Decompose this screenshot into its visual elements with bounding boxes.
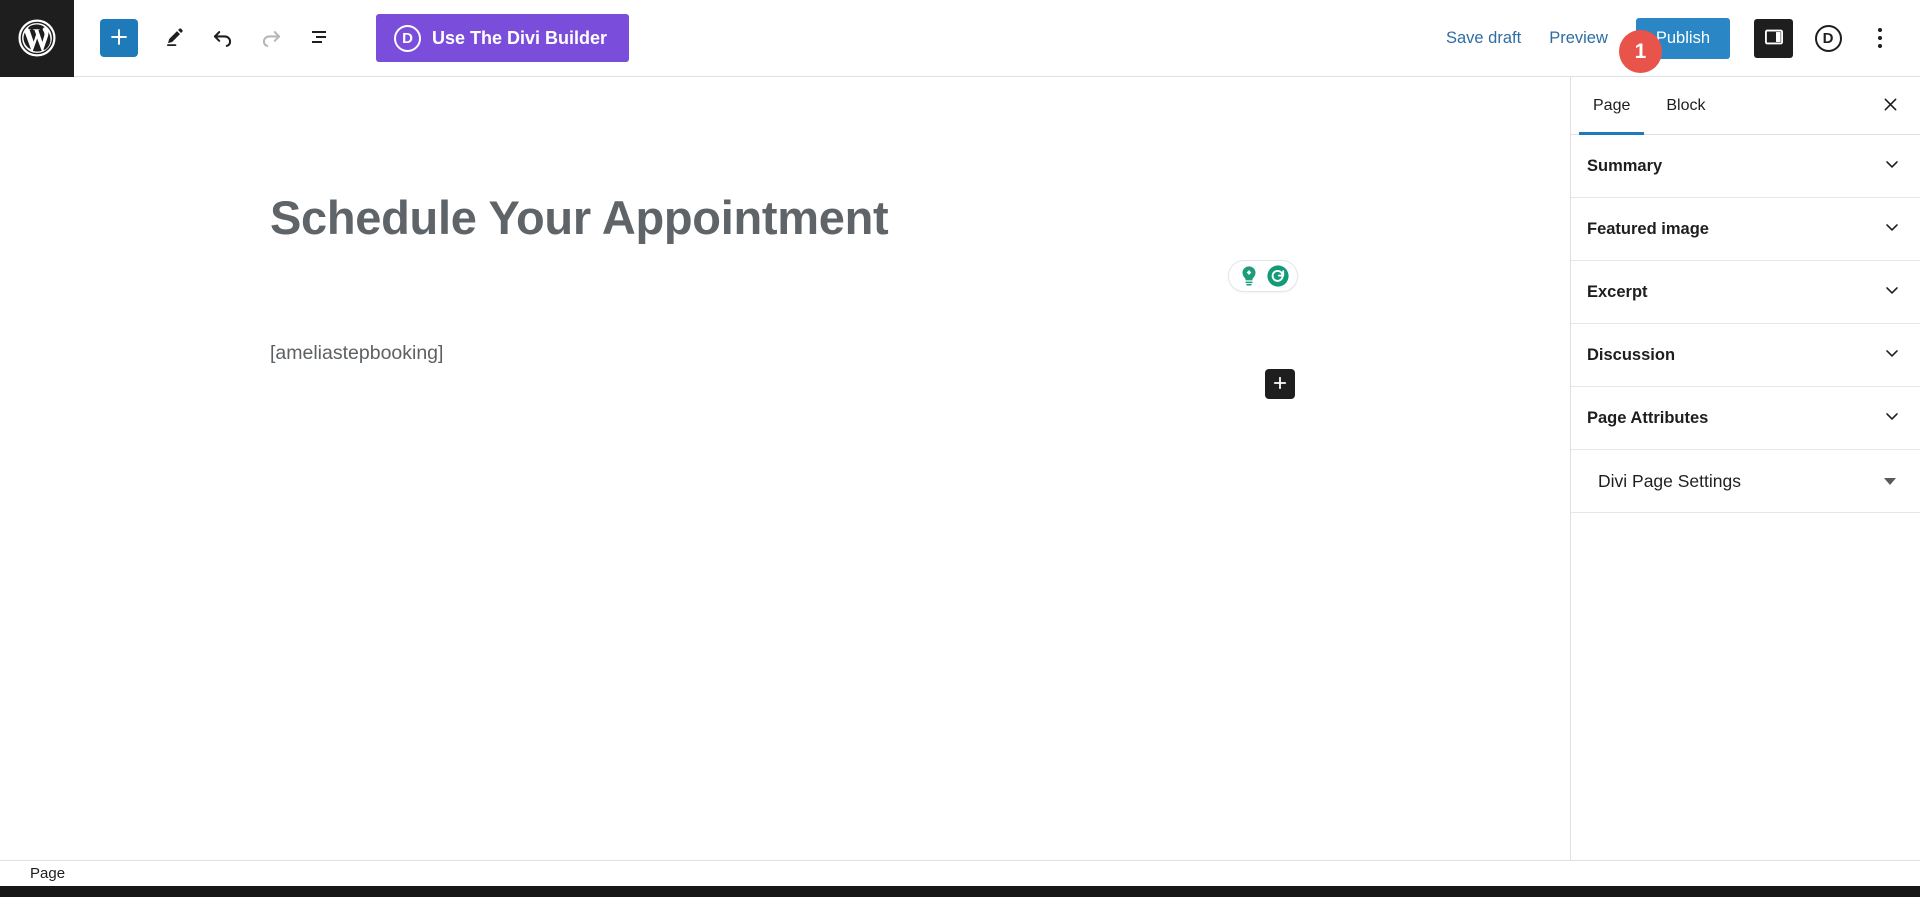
chevron-down-icon: [1882, 343, 1902, 368]
chevron-down-icon: [1882, 406, 1902, 431]
undo-button[interactable]: [200, 15, 246, 61]
chevron-down-icon: [1882, 154, 1902, 179]
undo-arrow-icon: [210, 24, 236, 53]
toolbar-right-actions: Save draft Preview 1 Publish D: [1432, 16, 1920, 73]
breadcrumb: Page: [30, 865, 66, 882]
save-draft-button[interactable]: Save draft: [1432, 19, 1535, 58]
add-block-inserter-button[interactable]: [1265, 369, 1295, 399]
sidebar-section-label: Excerpt: [1587, 282, 1648, 301]
toolbar-left-tools: [74, 15, 342, 61]
tab-block[interactable]: Block: [1652, 77, 1719, 134]
status-bar: Page: [0, 860, 1920, 886]
list-view-button[interactable]: [296, 15, 342, 61]
plus-icon: [108, 26, 130, 51]
editor-window: D Use The Divi Builder Save draft Previe…: [0, 0, 1920, 897]
triangle-down-icon: [1884, 477, 1896, 485]
sidebar-section-discussion[interactable]: Discussion: [1571, 324, 1920, 387]
use-divi-builder-button[interactable]: D Use The Divi Builder: [376, 14, 630, 62]
wordpress-logo-icon: [18, 19, 56, 57]
sidebar-section-label: Page Attributes: [1587, 408, 1709, 427]
more-options-button[interactable]: [1860, 16, 1900, 60]
plus-icon: [1271, 374, 1289, 395]
sidebar-section-label: Summary: [1587, 156, 1663, 175]
three-dots-vertical-icon: [1878, 28, 1882, 48]
divi-page-settings-label: Divi Page Settings: [1598, 470, 1741, 491]
top-toolbar: D Use The Divi Builder Save draft Previe…: [0, 0, 1920, 77]
paragraph-block[interactable]: [ameliastepbooking]: [270, 342, 443, 365]
divi-logo-icon: D: [394, 24, 421, 52]
tools-pencil-button[interactable]: [152, 15, 198, 61]
horizontal-scrollbar-track[interactable]: [0, 886, 1920, 897]
divi-options-button[interactable]: D: [1806, 16, 1850, 60]
redo-arrow-icon: [258, 24, 284, 53]
list-view-icon: [307, 25, 331, 52]
close-icon: [1881, 95, 1900, 117]
sidebar-tabs: Page Block: [1571, 77, 1920, 135]
sidebar-section-excerpt[interactable]: Excerpt: [1571, 261, 1920, 324]
pencil-icon: [164, 25, 187, 51]
preview-button[interactable]: Preview: [1535, 19, 1622, 58]
block-inserter-toggle-button[interactable]: [100, 19, 138, 57]
writing-assistant-pill[interactable]: [1228, 260, 1298, 292]
sidebar-section-featured-image[interactable]: Featured image: [1571, 198, 1920, 261]
editor-canvas: Schedule Your Appointment [ameliastepboo…: [0, 77, 1570, 860]
wordpress-logo-button[interactable]: [0, 0, 74, 77]
settings-sidebar-toggle-button[interactable]: [1754, 18, 1793, 58]
redo-button[interactable]: [248, 15, 294, 61]
notification-badge[interactable]: 1: [1618, 30, 1662, 73]
sidebar-panel-icon: [1763, 26, 1785, 51]
lightbulb-icon[interactable]: [1236, 263, 1262, 289]
sidebar-section-summary[interactable]: Summary: [1571, 135, 1920, 198]
sidebar-section-label: Discussion: [1587, 345, 1676, 364]
tab-page[interactable]: Page: [1579, 77, 1645, 135]
refresh-circle-icon[interactable]: [1265, 263, 1291, 289]
sidebar-section-page-attributes[interactable]: Page Attributes: [1571, 387, 1920, 450]
divi-circle-icon: D: [1814, 24, 1842, 52]
chevron-down-icon: [1882, 280, 1902, 305]
use-divi-builder-label: Use The Divi Builder: [432, 27, 608, 48]
settings-sidebar: Page Block Summary Featured image Excerp…: [1570, 77, 1920, 860]
page-title[interactable]: Schedule Your Appointment: [270, 190, 889, 245]
chevron-down-icon: [1882, 217, 1902, 242]
close-sidebar-button[interactable]: [1870, 86, 1910, 126]
sidebar-section-label: Featured image: [1587, 219, 1709, 238]
sidebar-section-divi-page-settings[interactable]: Divi Page Settings: [1571, 450, 1920, 513]
